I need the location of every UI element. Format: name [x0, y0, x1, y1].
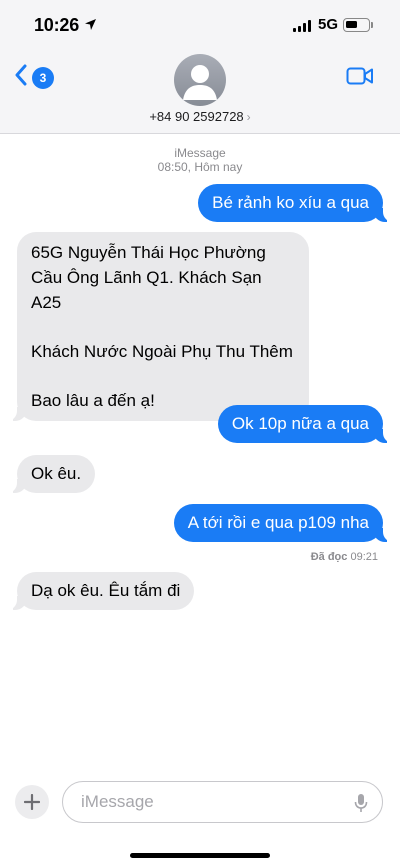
person-icon	[183, 65, 217, 100]
message-text: Ok êu.	[31, 464, 82, 483]
status-time: 10:26	[34, 15, 80, 35]
message-bubble-received[interactable]: Ok êu.	[6, 455, 96, 493]
apps-plus-button[interactable]	[15, 785, 49, 819]
back-button[interactable]: 3	[14, 64, 54, 91]
contact-name-button[interactable]: +84 90 2592728 ›	[0, 109, 400, 124]
service-label: iMessage	[174, 146, 226, 160]
conversation-header: 10:26 5G 3 +84 90 2592728 ›	[0, 0, 400, 134]
facetime-video-button[interactable]	[346, 66, 374, 91]
network-type: 5G	[318, 16, 339, 33]
message-text: Cầu Ông Lãnh Q1. Khách Sạn A25	[31, 268, 262, 312]
home-indicator[interactable]	[130, 853, 270, 858]
message-bubble-received[interactable]: 65G Nguyễn Thái Học Phường Cầu Ông Lãnh …	[7, 232, 309, 421]
message-text: Bao lâu a đến ạ!	[31, 391, 155, 410]
message-text: Ok 10p nữa a qua	[231, 414, 369, 433]
unread-count-badge: 3	[32, 66, 54, 89]
message-text: A tới rồi e qua p109 nha	[187, 513, 369, 532]
read-receipt: Đã đọc 09:21	[311, 551, 378, 563]
message-input-container[interactable]	[62, 781, 383, 823]
microphone-icon[interactable]	[354, 793, 368, 818]
contact-avatar[interactable]	[174, 54, 226, 106]
thread-timestamp: 08:50, Hôm nay	[157, 160, 243, 174]
plus-icon	[24, 794, 40, 810]
message-text: Bé rảnh ko xíu a qua	[212, 193, 369, 212]
read-receipt-label: Đã đọc	[310, 551, 348, 563]
message-text: Dạ ok êu. Êu tắm đi	[31, 581, 181, 600]
message-bubble-received[interactable]: Dạ ok êu. Êu tắm đi	[6, 572, 195, 610]
chevron-left-icon	[14, 64, 28, 91]
battery-icon	[343, 18, 370, 32]
message-text: 65G Nguyễn Thái Học Phường	[31, 243, 266, 262]
read-receipt-time: 09:21	[350, 551, 378, 563]
video-icon	[346, 67, 373, 85]
message-bubble-sent[interactable]: A tới rồi e qua p109 nha	[173, 504, 394, 542]
contact-name: +84 90 2592728	[149, 109, 244, 124]
message-bubble-sent[interactable]: Bé rảnh ko xíu a qua	[198, 184, 393, 222]
message-text: Khách Nước Ngoài Phụ Thu Thêm	[31, 342, 293, 361]
location-arrow-icon	[84, 18, 97, 36]
thread-timestamp-header: iMessage 08:50, Hôm nay	[0, 146, 400, 174]
battery-tip	[371, 22, 373, 28]
message-input[interactable]	[81, 782, 341, 822]
cellular-signal-icon	[293, 20, 311, 32]
status-bar: 10:26 5G	[0, 0, 400, 50]
chevron-right-icon: ›	[246, 110, 251, 124]
